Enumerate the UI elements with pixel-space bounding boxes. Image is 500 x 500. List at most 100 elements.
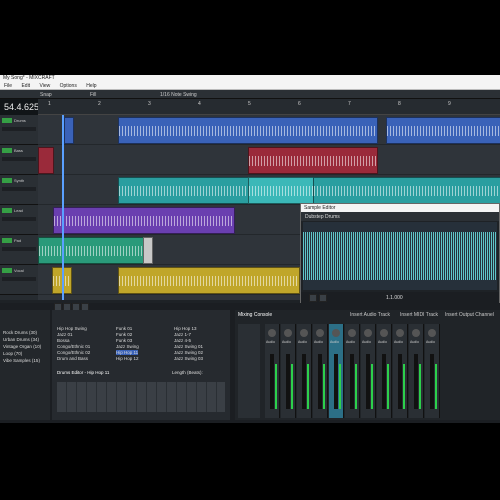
ruler-mark: 7 [348, 101, 351, 107]
drum-style[interactable]: Hip Hop Swing [57, 326, 87, 331]
ruler-mark: 1 [48, 101, 51, 107]
sample-editor-window: Sample Editor Dubstep Drums 1.1.000 [300, 203, 500, 304]
drum-style[interactable]: Congo/Ethnic 01 [57, 344, 90, 349]
drum-pattern[interactable]: Jazz Swing 01 [174, 344, 203, 349]
drum-style[interactable]: Congo/Ethnic 02 [57, 350, 90, 355]
fill-mode[interactable]: Fill [90, 92, 96, 98]
drum-kit[interactable]: Hip Hop 11 [116, 350, 139, 355]
time-readout: 54.4.625 [4, 102, 40, 112]
playhead[interactable] [62, 115, 64, 300]
audio-clip[interactable] [386, 117, 500, 144]
track-header[interactable]: Pad [0, 235, 38, 265]
editor-waveform[interactable] [303, 222, 497, 290]
track-name: Drums [14, 118, 26, 123]
track-name: Pad [14, 238, 22, 243]
drum-pattern[interactable]: Jazz 4-5 [174, 338, 191, 343]
insert-audio-track-tab[interactable]: Insert Audio Track [350, 312, 390, 318]
menu-bar: File Edit View Options Help [0, 82, 500, 90]
track-lane [38, 175, 500, 205]
channel-strip[interactable]: Audio [281, 324, 296, 418]
drum-style[interactable]: Jazz 01 [57, 332, 73, 337]
length-label: Length (Beats): [172, 370, 203, 375]
track-lane [38, 145, 500, 175]
audio-clip[interactable] [53, 207, 235, 234]
editor-title: Sample Editor [301, 204, 499, 212]
audio-clip[interactable] [118, 117, 378, 144]
drum-kit[interactable]: Funk 01 [116, 326, 132, 331]
drum-pattern[interactable]: Jazz Swing 02 [174, 350, 203, 355]
ruler-mark: 5 [248, 101, 251, 107]
audio-clip[interactable] [118, 177, 250, 204]
drum-kit[interactable]: Jazz Swing [116, 344, 139, 349]
daw-window: My Song* - MIXCRAFT File Edit View Optio… [0, 75, 500, 423]
audio-clip[interactable] [118, 267, 300, 294]
insert-output-channel-tab[interactable]: Insert Output Channel [445, 312, 494, 318]
audio-clip[interactable] [248, 147, 378, 174]
channel-strip[interactable]: Audio [409, 324, 424, 418]
channel-list[interactable] [238, 324, 260, 418]
audio-clip[interactable] [38, 237, 145, 264]
drum-pattern[interactable]: Jazz Swing 03 [174, 356, 203, 361]
drum-style[interactable]: Drum and Bass [57, 356, 88, 361]
quantize-select[interactable]: 1/16 Note Swing [160, 92, 197, 98]
track-name: Lead [14, 208, 23, 213]
ruler-mark: 4 [198, 101, 201, 107]
track-header[interactable]: Vocal [0, 265, 38, 295]
channel-strip[interactable]: Audio [361, 324, 376, 418]
channel-strip[interactable]: Audio [265, 324, 280, 418]
channel-strip[interactable]: Audio [313, 324, 328, 418]
transport-display: 54.4.625 [0, 99, 40, 115]
track-header[interactable]: Bass [0, 145, 38, 175]
clip-name: Dubstep Drums [305, 214, 340, 220]
menu-edit[interactable]: Edit [21, 83, 30, 89]
main-toolbar: Snap Fill 1/16 Note Swing [0, 90, 500, 99]
audio-clip[interactable] [248, 177, 315, 204]
editor-play-button[interactable] [319, 294, 327, 302]
drum-kit[interactable]: Funk 03 [116, 338, 132, 343]
drum-pattern[interactable]: Hip Hop 13 [174, 326, 197, 331]
track-header[interactable]: Synth [0, 175, 38, 205]
menu-file[interactable]: File [4, 83, 12, 89]
channel-strip[interactable]: Audio [425, 324, 440, 418]
mixing-console: Mixing Console Insert Audio Track Insert… [235, 310, 500, 420]
browser-item[interactable]: Urban Drums (34) [3, 337, 39, 342]
track-header[interactable]: Lead [0, 205, 38, 235]
ruler-mark: 8 [398, 101, 401, 107]
drums-header: Drums Editor - Hip Hop 11 [57, 370, 110, 375]
channel-strip[interactable]: Audio [377, 324, 392, 418]
step-grid[interactable] [57, 382, 225, 412]
drum-pattern[interactable]: Jazz 1-7 [174, 332, 191, 337]
drum-kit[interactable]: Hip Hop 12 [116, 356, 139, 361]
audio-clip[interactable] [64, 117, 74, 144]
insert-midi-track-tab[interactable]: Insert MIDI Track [400, 312, 438, 318]
track-name: Synth [14, 178, 25, 183]
library-browser: Rock Drums (30) Urban Drums (34) Vintage… [0, 310, 50, 420]
drum-style[interactable]: Bossa [57, 338, 70, 343]
menu-options[interactable]: Options [60, 83, 77, 89]
snap-toggle[interactable]: Snap [40, 92, 52, 98]
track-headers: Drums Bass Synth Lead Pad Vocal [0, 115, 38, 300]
browser-item[interactable]: Loop (70) [3, 351, 22, 356]
channel-strip[interactable]: Audio [393, 324, 408, 418]
channel-strip[interactable]: Audio [297, 324, 312, 418]
menu-view[interactable]: View [39, 83, 50, 89]
ruler-mark: 3 [148, 101, 151, 107]
audio-clip[interactable] [38, 147, 54, 174]
track-header[interactable]: Drums [0, 115, 38, 145]
browser-item[interactable]: Vibe Samples (15) [3, 358, 40, 363]
ruler-mark: 6 [298, 101, 301, 107]
editor-stop-button[interactable] [309, 294, 317, 302]
editor-toolbar: Dubstep Drums [301, 212, 499, 221]
audio-clip[interactable] [313, 177, 500, 204]
drum-kit[interactable]: Funk 02 [116, 332, 132, 337]
browser-item[interactable]: Rock Drums (30) [3, 330, 37, 335]
browser-item[interactable]: Vintage Organ (10) [3, 344, 41, 349]
channel-strip[interactable]: Audio [345, 324, 360, 418]
timeline-ruler[interactable]: 1 2 3 4 5 6 7 8 9 [38, 99, 500, 115]
menu-help[interactable]: Help [86, 83, 96, 89]
channel-strip[interactable]: Audio [329, 324, 344, 418]
ruler-mark: 9 [448, 101, 451, 107]
track-lane [38, 115, 500, 145]
audio-clip[interactable] [143, 237, 153, 264]
mixer-title: Mixing Console [238, 312, 273, 318]
